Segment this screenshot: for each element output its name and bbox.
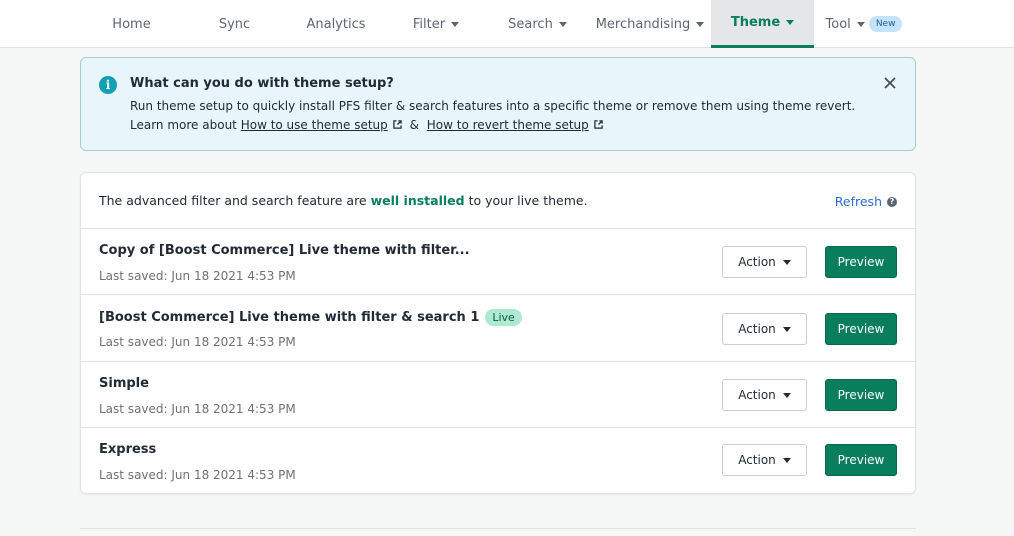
action-label: Action [738,255,776,269]
link-text: How to use theme setup [240,118,388,132]
external-link-icon [594,120,603,129]
themes-card: The advanced filter and search feature a… [80,172,916,494]
install-status: The advanced filter and search feature a… [99,193,588,208]
chevron-down-icon [782,326,791,332]
info-banner: i What can you do with theme setup? Run … [80,57,916,151]
tab-label: Filter [412,16,446,32]
close-icon[interactable] [881,74,899,92]
new-badge: New [868,16,903,32]
theme-row: [Boost Commerce] Live theme with filter … [81,295,915,362]
theme-name-text: Simple [99,376,149,391]
theme-name-text: Express [99,442,157,457]
tab-label: Tool [825,16,851,32]
theme-saved-date: Last saved: Jun 18 2021 4:53 PM [99,269,296,283]
theme-saved-date: Last saved: Jun 18 2021 4:53 PM [99,335,296,349]
action-label: Action [738,388,776,402]
theme-row: Simple Last saved: Jun 18 2021 4:53 PM A… [81,362,915,428]
tab-sync[interactable]: Sync [183,0,286,48]
tab-label: Analytics [306,16,366,32]
preview-button[interactable]: Preview [825,246,897,278]
tab-label: Merchandising [595,16,691,32]
chevron-down-icon [786,20,795,25]
chevron-down-icon [856,21,865,27]
status-highlight: well installed [370,193,465,208]
external-link-icon [393,120,402,129]
action-label: Action [738,453,776,467]
action-label: Action [738,322,776,336]
theme-name: Simple [99,376,149,391]
chevron-down-icon [696,21,705,27]
refresh-label: Refresh [834,194,882,209]
theme-name: Copy of [Boost Commerce] Live theme with… [99,243,470,258]
tab-filter[interactable]: Filter [386,0,486,48]
chevron-down-icon [782,259,791,265]
refresh-button[interactable]: Refresh ? [835,194,897,209]
theme-saved-date: Last saved: Jun 18 2021 4:53 PM [99,468,296,482]
theme-name: [Boost Commerce] Live theme with filter … [99,309,522,326]
banner-description: Run theme setup to quickly install PFS f… [130,99,856,113]
tab-tool[interactable]: Tool New [814,0,914,48]
theme-name-text: Copy of [Boost Commerce] Live theme with… [99,243,470,258]
chevron-down-icon [558,21,567,27]
live-badge: Live [485,309,522,326]
theme-row: Copy of [Boost Commerce] Live theme with… [81,229,915,295]
theme-name: Express [99,442,156,457]
tab-label: Theme [730,15,781,30]
action-dropdown-button[interactable]: Action [722,313,807,345]
link-separator: & [409,118,419,132]
learn-more-prefix: Learn more about [130,118,237,132]
theme-saved-date: Last saved: Jun 18 2021 4:53 PM [99,402,296,416]
info-icon: i [99,76,117,94]
action-dropdown-button[interactable]: Action [722,444,807,476]
tab-label: Sync [218,16,251,32]
how-to-use-link[interactable]: How to use theme setup [241,118,402,132]
tab-home[interactable]: Home [80,0,183,48]
banner-learn-more: Learn more about How to use theme setup … [130,118,603,132]
chevron-down-icon [782,392,791,398]
action-dropdown-button[interactable]: Action [722,379,807,411]
theme-name-text: [Boost Commerce] Live theme with filter … [99,310,480,325]
chevron-down-icon [782,457,791,463]
theme-row: Express Last saved: Jun 18 2021 4:53 PM … [81,428,915,493]
tab-label: Home [112,16,151,32]
preview-button[interactable]: Preview [825,313,897,345]
tab-merchandising[interactable]: Merchandising [589,0,711,48]
section-divider [80,528,916,529]
preview-button[interactable]: Preview [825,444,897,476]
help-icon[interactable]: ? [887,196,897,207]
banner-title: What can you do with theme setup? [130,76,394,91]
top-navigation: Home Sync Analytics Filter Search Mercha… [0,0,1014,48]
preview-button[interactable]: Preview [825,379,897,411]
tab-label: Search [508,16,553,32]
tab-search[interactable]: Search [486,0,589,48]
card-header: The advanced filter and search feature a… [81,173,915,229]
status-prefix: The advanced filter and search feature a… [99,193,367,208]
link-text: How to revert theme setup [426,118,589,132]
chevron-down-icon [451,21,460,27]
how-to-revert-link[interactable]: How to revert theme setup [427,118,603,132]
tab-analytics[interactable]: Analytics [286,0,386,48]
tab-theme[interactable]: Theme [711,0,814,48]
status-suffix: to your live theme. [468,193,588,208]
action-dropdown-button[interactable]: Action [722,246,807,278]
